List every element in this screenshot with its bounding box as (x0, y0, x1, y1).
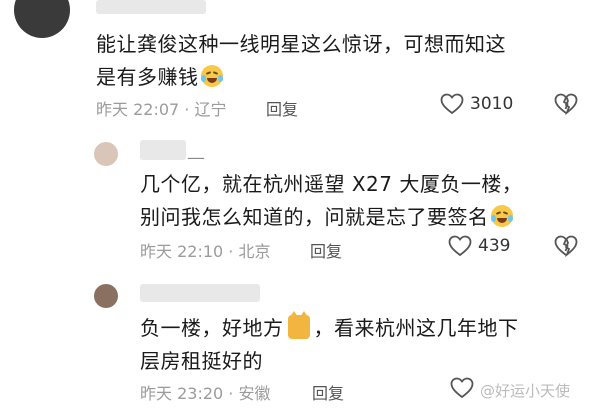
comment-line: 负一楼，好地方 (140, 316, 284, 340)
cat-emoji-icon (287, 311, 310, 339)
comment-meta: 昨天 23:20 · 安徽 (140, 384, 271, 403)
comment-text: 几个亿，就在杭州遥望 X27 大厦负一楼， 别问我怎么知道的，问就是忘了要签名 (140, 168, 590, 234)
like-count: 439 (478, 236, 511, 256)
comment-line: 几个亿，就在杭州遥望 X27 大厦负一楼， (140, 172, 523, 196)
heart-icon (440, 93, 464, 115)
comment-text: 负一楼，好地方 ，看来杭州这几年地下 层房租挺好的 (140, 311, 590, 378)
username-fragment: __ (188, 140, 204, 159)
watermark: @好运小天使 (480, 382, 571, 400)
comment-text: 能让龚俊这种一线明星这么惊讶，可想而知这 是有多赚钱 (96, 28, 576, 94)
comment-line: ，看来杭州这几年地下 (313, 316, 519, 340)
heart-icon (448, 235, 472, 257)
username[interactable] (140, 140, 186, 160)
laughing-crying-emoji-icon (490, 205, 513, 227)
username[interactable] (140, 284, 260, 302)
avatar[interactable] (94, 142, 118, 166)
avatar[interactable] (14, 0, 70, 38)
comment-line: 是有多赚钱 (96, 65, 199, 89)
broken-heart-icon (554, 93, 578, 116)
like-count: 3010 (470, 94, 514, 114)
like-button[interactable] (450, 377, 474, 403)
heart-icon (450, 377, 474, 399)
like-button[interactable]: 3010 (440, 93, 513, 115)
reply-button[interactable]: 回复 (266, 96, 298, 120)
comment-meta: 昨天 22:07 · 辽宁 (96, 100, 227, 119)
laughing-crying-emoji-icon (200, 65, 223, 87)
reply-button[interactable]: 回复 (312, 380, 344, 404)
avatar[interactable] (94, 284, 118, 308)
broken-heart-icon (554, 235, 578, 258)
comment-line: 能让龚俊这种一线明星这么惊讶，可想而知这 (96, 32, 506, 56)
reply-button[interactable]: 回复 (310, 238, 342, 262)
like-button[interactable]: 439 (448, 235, 510, 257)
comment-meta: 昨天 22:10 · 北京 (140, 242, 271, 261)
comment-line: 别问我怎么知道的，问就是忘了要签名 (140, 205, 489, 229)
username[interactable] (96, 0, 206, 14)
comment-line: 层房租挺好的 (140, 349, 263, 373)
dislike-button[interactable] (554, 93, 578, 119)
dislike-button[interactable] (554, 235, 578, 261)
